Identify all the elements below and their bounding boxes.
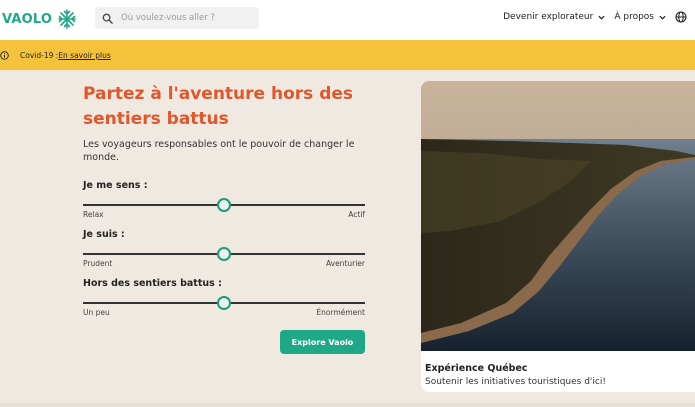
slider-off-path-label: Hors des sentiers battus : bbox=[83, 278, 222, 289]
site-header: VAOLO Devenir explorateur bbox=[0, 0, 695, 40]
slider-feeling-thumb[interactable] bbox=[217, 198, 231, 212]
experience-card[interactable]: Expérience Québec Soutenir les initiativ… bbox=[421, 81, 695, 392]
hero-title-line1: Partez à l'aventure hors des bbox=[83, 84, 354, 104]
hero-title-line2: sentiers battus bbox=[83, 109, 229, 129]
nav-about-label: À propos bbox=[614, 12, 654, 22]
slider-personality: Je suis : Prudent Aventurier bbox=[83, 229, 365, 268]
chevron-down-icon bbox=[598, 15, 605, 20]
explore-vaolo-button[interactable]: Explore Vaolo bbox=[280, 330, 365, 354]
banner-learn-more-link[interactable]: En savoir plus bbox=[58, 51, 110, 60]
card-description: Soutenir les initiatives touristiques d'… bbox=[425, 377, 606, 387]
slider-off-path-max: Énormément bbox=[316, 308, 365, 317]
search-icon bbox=[102, 13, 113, 24]
slider-personality-min: Prudent bbox=[83, 259, 113, 268]
slider-off-path-thumb[interactable] bbox=[217, 296, 231, 310]
slider-personality-thumb[interactable] bbox=[217, 247, 231, 261]
search-input[interactable] bbox=[121, 13, 251, 23]
search-bar[interactable] bbox=[95, 7, 259, 29]
nav-about[interactable]: À propos bbox=[614, 12, 666, 22]
slider-feeling-min: Relax bbox=[83, 210, 104, 219]
main-nav: Devenir explorateur À propos bbox=[503, 11, 687, 23]
quebec-landscape-image bbox=[421, 81, 695, 351]
nav-become-explorer-label: Devenir explorateur bbox=[503, 12, 594, 22]
slider-personality-label: Je suis : bbox=[83, 229, 125, 240]
card-title: Expérience Québec bbox=[425, 363, 528, 374]
slider-feeling-label: Je me sens : bbox=[83, 180, 148, 191]
logo-text: VAOLO bbox=[2, 11, 53, 27]
slider-feeling: Je me sens : Relax Actif bbox=[83, 180, 365, 219]
snowflake-logo-icon bbox=[58, 9, 76, 29]
slider-off-path: Hors des sentiers battus : Un peu Énormé… bbox=[83, 278, 365, 317]
hero-title: Partez à l'aventure hors des sentiers ba… bbox=[83, 82, 373, 132]
page-divider bbox=[0, 403, 695, 407]
slider-personality-max: Aventurier bbox=[325, 259, 365, 268]
covid-banner: Covid-19 : En savoir plus bbox=[0, 40, 695, 70]
nav-become-explorer[interactable]: Devenir explorateur bbox=[503, 12, 605, 22]
slider-feeling-max: Actif bbox=[348, 210, 365, 219]
globe-icon[interactable] bbox=[675, 11, 687, 23]
vaolo-logo[interactable]: VAOLO bbox=[2, 9, 77, 29]
chevron-down-icon bbox=[659, 15, 666, 20]
slider-off-path-min: Un peu bbox=[83, 308, 110, 317]
hero-section: Partez à l'aventure hors des sentiers ba… bbox=[83, 82, 373, 354]
hero-subtitle: Les voyageurs responsables ont le pouvoi… bbox=[83, 139, 355, 163]
info-icon bbox=[0, 50, 9, 60]
banner-prefix: Covid-19 : bbox=[20, 50, 59, 60]
